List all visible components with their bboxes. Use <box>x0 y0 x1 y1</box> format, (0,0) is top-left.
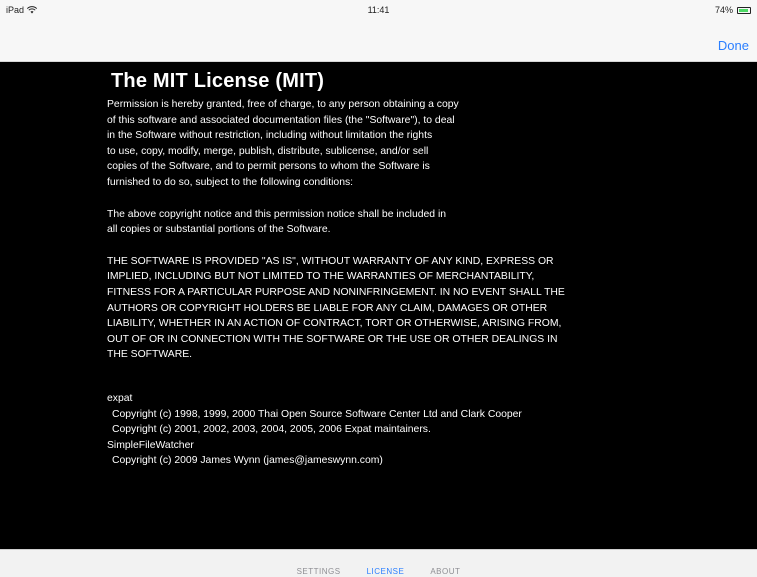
tab-bar: SETTINGS LICENSE ABOUT <box>0 549 757 577</box>
expat-name: expat <box>107 392 133 404</box>
tab-license[interactable]: LICENSE <box>367 567 405 576</box>
battery-icon <box>737 6 751 14</box>
license-view[interactable]: The MIT License (MIT) Permission is here… <box>0 62 757 549</box>
status-bar: iPad 11:41 74% <box>0 0 757 20</box>
battery-fill <box>739 8 748 12</box>
third-party-credits: expat Copyright (c) 1998, 1999, 2000 Tha… <box>107 391 652 469</box>
expat-copyright-2: Copyright (c) 2001, 2002, 2003, 2004, 20… <box>112 424 431 436</box>
watcher-copyright: Copyright (c) 2009 James Wynn (james@jam… <box>112 455 383 467</box>
status-time: 11:41 <box>367 5 390 15</box>
status-right: 74% <box>715 5 751 15</box>
license-paragraph-warranty: THE SOFTWARE IS PROVIDED "AS IS", WITHOU… <box>107 255 565 361</box>
expat-copyright-1: Copyright (c) 1998, 1999, 2000 Thai Open… <box>112 408 522 420</box>
done-button[interactable]: Done <box>718 38 749 53</box>
license-paragraph-permission: Permission is hereby granted, free of ch… <box>107 99 459 188</box>
tab-about[interactable]: ABOUT <box>430 567 460 576</box>
tab-settings[interactable]: SETTINGS <box>297 567 341 576</box>
license-paragraph-notice: The above copyright notice and this perm… <box>107 208 447 236</box>
battery-percent: 74% <box>714 5 733 15</box>
license-title: The MIT License (MIT) <box>111 70 325 92</box>
watcher-name: SimpleFileWatcher <box>107 439 194 451</box>
license-content: The MIT License (MIT) Permission is here… <box>107 70 652 469</box>
navigation-bar: Done <box>0 20 757 62</box>
